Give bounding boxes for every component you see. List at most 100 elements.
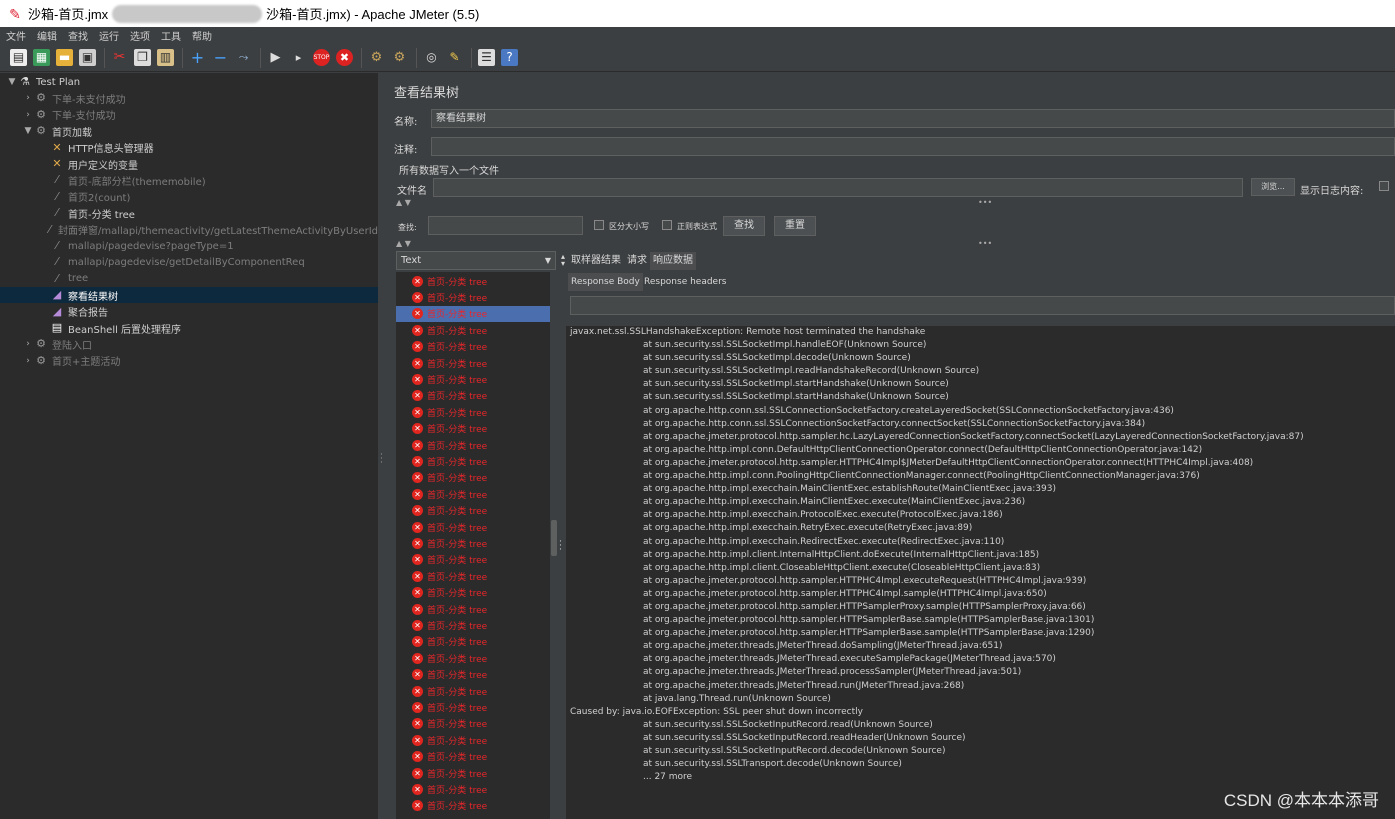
filename-field[interactable]: [433, 178, 1243, 197]
tree-node[interactable]: ▼ ⚗ Test Plan: [0, 74, 378, 90]
result-item[interactable]: ✕ 首页-分类 tree: [396, 355, 550, 371]
menu-file[interactable]: 文件: [6, 28, 26, 43]
tree-node[interactable]: › ⚙ 下单-未支付成功: [0, 90, 378, 106]
tree-node[interactable]: › ⚙ 首页+主题活动: [0, 353, 378, 369]
name-field[interactable]: 察看结果树: [431, 109, 1395, 128]
response-search-field[interactable]: [570, 296, 1395, 315]
drag-handle[interactable]: •••: [978, 239, 992, 248]
result-item[interactable]: ✕ 首页-分类 tree: [396, 650, 550, 666]
reset-search-icon[interactable]: ✎: [446, 49, 463, 66]
renderer-select[interactable]: Text ▼: [396, 251, 556, 270]
result-item[interactable]: ✕ 首页-分类 tree: [396, 273, 550, 289]
tree-node[interactable]: ⁄ mallapi/pagedevise?pageType=1: [0, 238, 378, 254]
results-list[interactable]: ✕ 首页-分类 tree ✕ 首页-分类 tree ✕ 首页-分类 tree ✕ 首页-分类 …: [396, 272, 550, 819]
collapse-arrows[interactable]: ▲ ▼: [396, 239, 411, 248]
collapse-arrows[interactable]: ▲ ▼: [396, 198, 411, 207]
result-item[interactable]: ✕ 首页-分类 tree: [396, 421, 550, 437]
collapse-icon[interactable]: −: [212, 49, 229, 66]
result-item[interactable]: ✕ 首页-分类 tree: [396, 683, 550, 699]
tree-node[interactable]: ✕ 用户定义的变量: [0, 156, 378, 172]
result-item[interactable]: ✕ 首页-分类 tree: [396, 339, 550, 355]
tab-request[interactable]: 请求: [624, 252, 650, 270]
result-item[interactable]: ✕ 首页-分类 tree: [396, 453, 550, 469]
cut-icon[interactable]: ✂: [111, 49, 128, 66]
menu-help[interactable]: 帮助: [192, 28, 212, 43]
chevron-right-icon[interactable]: ›: [22, 93, 34, 103]
result-item[interactable]: ✕ 首页-分类 tree: [396, 388, 550, 404]
tree-node[interactable]: ✕ HTTP信息头管理器: [0, 140, 378, 156]
chevron-down-icon[interactable]: ▼: [22, 126, 34, 136]
splitter-handle[interactable]: · · ·: [378, 73, 386, 819]
clear-all-icon[interactable]: ⚙: [391, 49, 408, 66]
response-body-text[interactable]: javax.net.ssl.SSLHandshakeException: Rem…: [566, 326, 1395, 819]
tree-node[interactable]: ⁄ 首页2(count): [0, 189, 378, 205]
tree-node[interactable]: ⁄ 首页-底部分栏(thememobile): [0, 172, 378, 188]
search-input[interactable]: [428, 216, 583, 235]
menu-run[interactable]: 运行: [99, 28, 119, 43]
start-icon[interactable]: ▶: [267, 49, 284, 66]
result-item[interactable]: ✕ 首页-分类 tree: [396, 716, 550, 732]
result-item[interactable]: ✕ 首页-分类 tree: [396, 781, 550, 797]
chevron-down-icon[interactable]: ▼: [6, 77, 18, 87]
help-icon[interactable]: ?: [501, 49, 518, 66]
result-item[interactable]: ✕ 首页-分类 tree: [396, 699, 550, 715]
tree-node[interactable]: ⁄ tree: [0, 271, 378, 287]
tree-node[interactable]: ⁄ mallapi/pagedevise/getDetailByComponent…: [0, 254, 378, 270]
result-item[interactable]: ✕ 首页-分类 tree: [396, 289, 550, 305]
result-item[interactable]: ✕ 首页-分类 tree: [396, 617, 550, 633]
result-item[interactable]: ✕ 首页-分类 tree: [396, 732, 550, 748]
log-checkbox[interactable]: [1379, 181, 1389, 191]
tree-node[interactable]: ⁄ 首页-分类 tree: [0, 205, 378, 221]
result-item[interactable]: ✕ 首页-分类 tree: [396, 305, 550, 322]
tree-node[interactable]: ◢ 察看结果树: [0, 287, 378, 304]
subtab-response-headers[interactable]: Response headers: [641, 273, 729, 291]
case-sensitive-checkbox[interactable]: [594, 220, 604, 230]
result-item[interactable]: ✕ 首页-分类 tree: [396, 519, 550, 535]
expand-icon[interactable]: +: [189, 49, 206, 66]
start-no-pause-icon[interactable]: ▸: [290, 49, 307, 66]
menu-tools[interactable]: 工具: [161, 28, 181, 43]
result-item[interactable]: ✕ 首页-分类 tree: [396, 470, 550, 486]
result-item[interactable]: ✕ 首页-分类 tree: [396, 667, 550, 683]
clear-icon[interactable]: ⚙: [368, 49, 385, 66]
result-item[interactable]: ✕ 首页-分类 tree: [396, 552, 550, 568]
menu-options[interactable]: 选项: [130, 28, 150, 43]
result-item[interactable]: ✕ 首页-分类 tree: [396, 749, 550, 765]
results-scrollbar[interactable]: [551, 520, 557, 556]
result-item[interactable]: ✕ 首页-分类 tree: [396, 371, 550, 387]
toggle-icon[interactable]: ⤳: [235, 49, 252, 66]
tree-node[interactable]: ◢ 聚合报告: [0, 304, 378, 320]
new-icon[interactable]: ▤: [10, 49, 27, 66]
result-item[interactable]: ✕ 首页-分类 tree: [396, 404, 550, 420]
chevron-right-icon[interactable]: ›: [22, 110, 34, 120]
open-icon[interactable]: ▬: [56, 49, 73, 66]
copy-icon[interactable]: ❐: [134, 49, 151, 66]
comment-field[interactable]: [431, 137, 1395, 156]
menu-search[interactable]: 查找: [68, 28, 88, 43]
menu-edit[interactable]: 编辑: [37, 28, 57, 43]
regex-checkbox[interactable]: [662, 220, 672, 230]
chevron-right-icon[interactable]: ›: [22, 339, 34, 349]
result-item[interactable]: ✕ 首页-分类 tree: [396, 634, 550, 650]
tab-scroll-arrows[interactable]: ▴ ▾: [561, 253, 565, 268]
result-item[interactable]: ✕ 首页-分类 tree: [396, 486, 550, 502]
function-helper-icon[interactable]: ☰: [478, 49, 495, 66]
tab-sampler-result[interactable]: 取样器结果: [568, 252, 624, 270]
tree-node[interactable]: › ⚙ 登陆入口: [0, 336, 378, 352]
paste-icon[interactable]: ▥: [157, 49, 174, 66]
result-item[interactable]: ✕ 首页-分类 tree: [396, 601, 550, 617]
result-item[interactable]: ✕ 首页-分类 tree: [396, 535, 550, 551]
result-item[interactable]: ✕ 首页-分类 tree: [396, 503, 550, 519]
tree-node[interactable]: ▼ ⚙ 首页加载: [0, 123, 378, 139]
subtab-response-body[interactable]: Response Body: [568, 273, 643, 291]
splitter-handle[interactable]: · · ·: [559, 538, 562, 555]
save-icon[interactable]: ▣: [79, 49, 96, 66]
templates-icon[interactable]: ▦: [33, 49, 50, 66]
chevron-right-icon[interactable]: ›: [22, 356, 34, 366]
stop-icon[interactable]: STOP: [313, 49, 330, 66]
tree-node[interactable]: › ⚙ 下单-支付成功: [0, 107, 378, 123]
result-item[interactable]: ✕ 首页-分类 tree: [396, 568, 550, 584]
shutdown-icon[interactable]: ✖: [336, 49, 353, 66]
reset-button[interactable]: 重置: [774, 216, 816, 236]
browse-button[interactable]: 浏览...: [1251, 178, 1295, 196]
